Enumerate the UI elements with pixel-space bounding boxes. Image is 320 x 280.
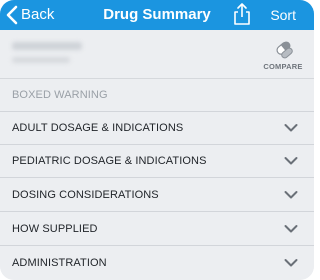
section-label: DOSING CONSIDERATIONS xyxy=(12,189,159,201)
drug-summary-screen: Back Drug Summary Sort COMPARE BOXED WAR… xyxy=(0,0,314,280)
chevron-down-icon xyxy=(284,124,298,132)
chevron-down-icon xyxy=(284,225,298,233)
drug-subtitle-redacted xyxy=(12,57,70,63)
compare-button[interactable]: COMPARE xyxy=(260,36,306,74)
chevron-down-icon xyxy=(284,191,298,199)
section-row-adult-dosage[interactable]: ADULT DOSAGE & INDICATIONS xyxy=(0,112,314,145)
drug-header: COMPARE xyxy=(0,30,314,79)
pill-compare-icon xyxy=(276,41,293,59)
chevron-left-icon xyxy=(6,5,18,25)
section-row-pediatric-dosage[interactable]: PEDIATRIC DOSAGE & INDICATIONS xyxy=(0,145,314,178)
section-row-dosing-considerations[interactable]: DOSING CONSIDERATIONS xyxy=(0,179,314,212)
sort-button[interactable]: Sort xyxy=(270,0,296,30)
section-label: PEDIATRIC DOSAGE & INDICATIONS xyxy=(12,155,207,167)
share-icon xyxy=(234,3,250,25)
chevron-down-icon xyxy=(284,157,298,165)
section-row-how-supplied[interactable]: HOW SUPPLIED xyxy=(0,213,314,246)
back-button[interactable]: Back xyxy=(6,3,54,27)
chevron-down-icon xyxy=(284,259,298,267)
back-label: Back xyxy=(21,6,55,23)
section-label: ADMINISTRATION xyxy=(12,257,107,269)
share-button[interactable] xyxy=(232,2,252,26)
compare-label: COMPARE xyxy=(263,62,303,71)
section-row-administration[interactable]: ADMINISTRATION xyxy=(0,247,314,280)
section-label: HOW SUPPLIED xyxy=(12,223,98,235)
drug-name-redacted xyxy=(12,42,82,50)
section-row-boxed-warning: BOXED WARNING xyxy=(0,79,314,112)
section-label: ADULT DOSAGE & INDICATIONS xyxy=(12,122,184,134)
navigation-bar: Back Drug Summary Sort xyxy=(0,0,314,30)
section-label: BOXED WARNING xyxy=(12,89,108,101)
